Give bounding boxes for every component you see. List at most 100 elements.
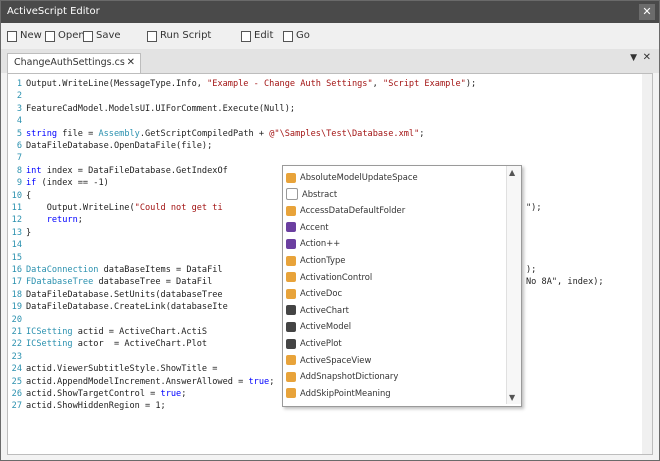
save-icon <box>83 30 93 42</box>
code-token: FDatabaseTree <box>26 277 94 288</box>
autocomplete-scrollbar[interactable]: ▲ ▼ <box>506 166 521 404</box>
autocomplete-item[interactable]: AbsoluteModelUpdateSpace <box>286 169 504 185</box>
code-token: ; <box>181 389 187 399</box>
line-number: 25 <box>11 376 22 387</box>
code-token: ; <box>77 215 83 226</box>
autocomplete-item[interactable]: ActivePlot <box>286 335 504 351</box>
code-line[interactable]: 4 <box>10 115 26 127</box>
code-line[interactable]: 12 return; <box>10 214 83 226</box>
line-number: 16 <box>11 265 22 275</box>
code-line[interactable]: 14 <box>10 239 26 251</box>
code-line[interactable]: 6 DataFileDatabase.OpenDataFile(file); <box>10 140 212 152</box>
autocomplete-item[interactable]: AddSnapshotDictionary <box>286 368 504 384</box>
go-icon <box>283 30 293 42</box>
code-line[interactable]: 20 <box>10 314 26 326</box>
autocomplete-item-label: ActiveDoc <box>300 288 343 299</box>
code-token: DataFileDatabase.SetUnits(databaseTree <box>26 289 223 300</box>
run-script-button[interactable]: Run Script <box>147 28 211 44</box>
line-number: 20 <box>11 314 22 325</box>
line-number: 10 <box>11 190 22 201</box>
autocomplete-item[interactable]: Action++ <box>286 235 504 251</box>
code-token: { <box>26 190 32 201</box>
code-line[interactable]: 8 int index = DataFileDatabase.GetIndexOf <box>10 165 228 177</box>
editor-scrollbar[interactable] <box>642 74 652 454</box>
scroll-down-icon[interactable]: ▼ <box>509 393 515 402</box>
code-line[interactable]: 18 DataFileDatabase.SetUnits(databaseTree <box>10 289 223 301</box>
code-token: if <box>26 178 37 189</box>
code-line[interactable]: 1 Output.WriteLine(MessageType.Info, "Exa… <box>10 78 476 90</box>
close-window-icon[interactable]: ✕ <box>639 4 655 20</box>
code-line[interactable]: 5 string file = Assembly.GetScriptCompile… <box>10 128 425 140</box>
code-line[interactable]: 24 actid.ViewerSubtitleStyle.ShowTitle = <box>10 363 223 375</box>
code-token: .GetScriptCompiledPath + <box>139 128 270 139</box>
line-number: 15 <box>11 252 22 263</box>
autocomplete-item[interactable]: ActiveSpaceView <box>286 352 504 368</box>
autocomplete-item[interactable]: AccessDataDefaultFolder <box>286 202 504 218</box>
code-line[interactable]: 27 actid.ShowHiddenRegion = 1; <box>10 400 166 412</box>
scroll-up-icon[interactable]: ▲ <box>509 168 515 177</box>
pane-menu-icon[interactable]: ▼ <box>630 53 637 63</box>
line-number: 7 <box>16 153 22 164</box>
code-line[interactable]: 19 DataFileDatabase.CreateLink(databaseIt… <box>10 301 228 313</box>
code-line[interactable]: 16 DataConnection dataBaseItems = DataFil <box>10 264 223 276</box>
code-token: No 8A", index); <box>526 277 604 288</box>
autocomplete-item-label: Action++ <box>300 238 341 249</box>
code-line[interactable]: 21 ICSetting actid = ActiveChart.ActiS <box>10 326 207 338</box>
autocomplete-item[interactable]: Abstract <box>286 186 504 202</box>
code-line[interactable]: 3 FeatureCadModel.ModelsUI.UIForComment.E… <box>10 103 295 115</box>
code-line[interactable]: 10 { <box>10 190 32 202</box>
autocomplete-item[interactable]: AddSkipPointMeaning <box>286 385 504 401</box>
autocomplete-item[interactable]: ActionType <box>286 252 504 268</box>
code-line[interactable]: 26 actid.ShowTargetControl = true; <box>10 388 187 400</box>
code-line[interactable]: 25 actid.AppendModelIncrement.AnswerAllow… <box>10 376 275 388</box>
close-tab-icon[interactable]: ✕ <box>127 54 135 72</box>
line-number: 5 <box>16 128 22 139</box>
autocomplete-item[interactable]: ActiveChart <box>286 302 504 318</box>
title-bar[interactable]: ActiveScript Editor ✕ <box>1 1 659 23</box>
code-line[interactable]: 13} <box>10 227 32 239</box>
code-token: "); <box>526 203 542 213</box>
line-number: 26 <box>11 389 22 399</box>
save-button[interactable]: Save <box>83 28 121 44</box>
autocomplete-item[interactable]: Accent <box>286 219 504 235</box>
code-line[interactable]: 17 FDatabaseTree databaseTree = DataFil <box>10 276 213 288</box>
property-icon <box>286 272 296 283</box>
code-token: ; <box>419 128 425 139</box>
code-token: , <box>372 79 384 89</box>
line-number: 22 <box>11 339 22 350</box>
autocomplete-item-label: AccessDataDefaultFolder <box>300 205 406 216</box>
tab-change-auth-settings[interactable]: ChangeAuthSettings.cs ✕ <box>7 53 141 73</box>
code-line[interactable]: 2 <box>10 90 26 102</box>
autocomplete-item-label: ActiveModel <box>300 321 352 332</box>
code-line[interactable]: 7 <box>10 152 26 164</box>
autocomplete-item[interactable]: ActiveDoc <box>286 285 504 301</box>
code-token: actor = ActiveChart.Plot <box>72 339 208 350</box>
code-token: "Could not get ti <box>134 203 223 213</box>
code-token: ); <box>465 79 477 89</box>
code-token: Output.WriteLine(MessageType.Info, <box>26 79 208 89</box>
edit-button[interactable]: Edit <box>241 28 273 44</box>
close-pane-icon[interactable]: ✕ <box>643 52 651 63</box>
property-icon <box>286 371 296 382</box>
code-line[interactable]: 23 <box>10 351 26 363</box>
tab-bar: ChangeAuthSettings.cs ✕ <box>1 49 659 73</box>
autocomplete-item[interactable]: ActivationControl <box>286 269 504 285</box>
go-button[interactable]: Go <box>283 28 310 44</box>
property-icon <box>286 205 296 216</box>
code-token: DataConnection <box>26 265 99 275</box>
code-token: return <box>46 215 78 226</box>
property-icon <box>286 288 296 299</box>
code-line[interactable]: 22 ICSetting actor = ActiveChart.Plot <box>10 338 207 350</box>
autocomplete-item[interactable]: ActiveModel <box>286 318 504 334</box>
code-line[interactable]: 15 <box>10 252 26 264</box>
code-token: ; <box>269 376 275 387</box>
line-number: 6 <box>16 141 22 151</box>
code-line[interactable]: 9 if (index == -1) <box>10 177 109 189</box>
open-button[interactable]: Open <box>45 28 85 44</box>
line-number: 11 <box>11 203 22 213</box>
code-token: FeatureCadModel.ModelsUI.UIForComment.Ex… <box>26 103 296 114</box>
open-folder-icon <box>45 30 55 42</box>
code-line[interactable]: 11 Output.WriteLine("Could not get ti <box>10 202 223 214</box>
new-button[interactable]: New <box>7 28 42 44</box>
class-icon <box>286 238 296 249</box>
